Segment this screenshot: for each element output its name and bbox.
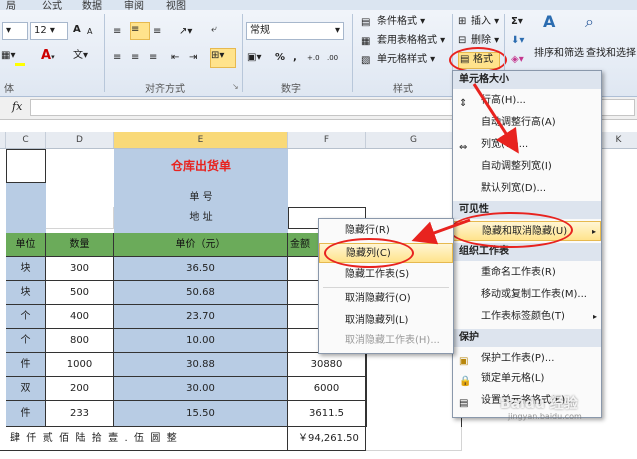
baidu-watermark-url: jingyan.baidu.com — [508, 412, 582, 421]
arrow-to-col-width — [472, 83, 519, 154]
baidu-watermark: Baidu 经验 — [500, 396, 578, 412]
arrow-to-hide-cols — [411, 218, 471, 245]
annotation-arrows — [411, 83, 519, 245]
